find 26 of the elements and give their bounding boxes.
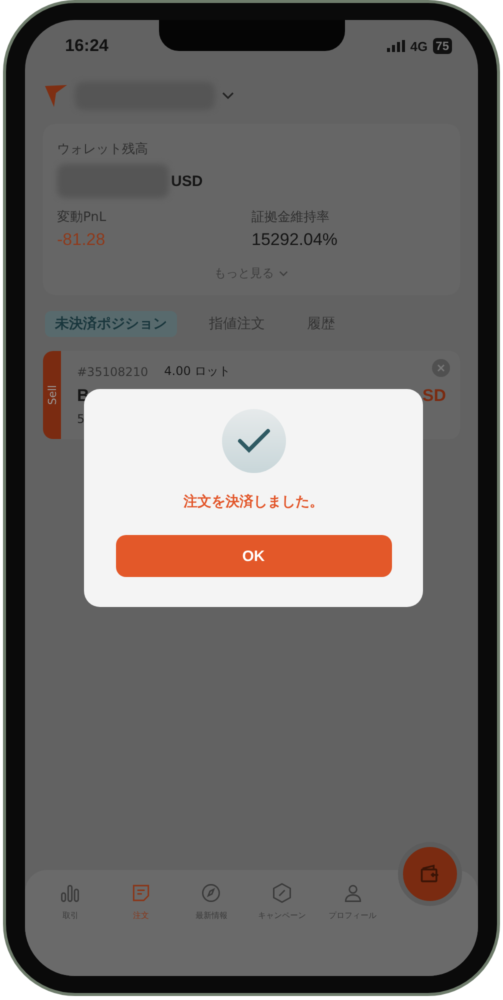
detail-text: 5	[77, 412, 86, 426]
status-time: 16:24	[65, 36, 108, 56]
checkmark-icon	[222, 409, 286, 473]
logo-icon	[43, 83, 69, 109]
network-label: 4G	[410, 38, 428, 54]
tab[interactable]: 未決済ポジション	[45, 311, 177, 337]
stat-value: -81.28	[57, 230, 106, 250]
close-icon[interactable]	[432, 359, 450, 377]
stat-label: 変動PnL	[57, 209, 108, 226]
currency-label: USD	[171, 172, 203, 190]
bar-chart-icon	[59, 882, 82, 904]
stat-value: 15292.04%	[252, 230, 339, 250]
ok-button[interactable]: OK	[116, 535, 392, 577]
compass-icon	[200, 882, 222, 904]
wallet-icon	[419, 863, 441, 885]
battery-level: 75	[432, 38, 452, 54]
signal-icon	[387, 40, 406, 52]
dialog-message: 注文を決済しました。	[184, 493, 324, 511]
stat-label: 証拠金維持率	[252, 209, 330, 226]
chevron-down-icon	[278, 268, 289, 279]
wallet-label: ウォレット残高	[57, 141, 149, 158]
nav-item[interactable]: 注文	[106, 882, 176, 976]
percent-badge-icon	[271, 882, 294, 904]
amount-text: SD	[422, 386, 446, 406]
side-label: Sell	[46, 385, 58, 405]
lot-size: 4.00 ロット	[164, 363, 231, 380]
